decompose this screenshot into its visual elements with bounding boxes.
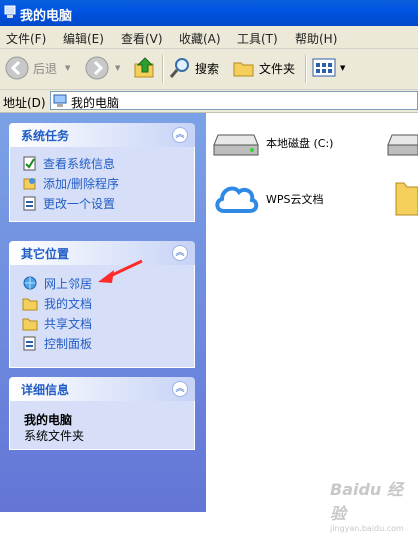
address-value: 我的电脑 <box>71 96 120 110</box>
folders-button[interactable]: 文件夹 <box>232 53 295 83</box>
cloud-icon <box>215 186 259 213</box>
drive-c[interactable]: 本地磁盘 (C:) <box>212 127 333 159</box>
place-my-documents[interactable]: 我的文档 <box>22 295 92 312</box>
documents-folder-icon <box>22 298 38 311</box>
place-control-panel[interactable]: 控制面板 <box>22 335 92 352</box>
system-tasks-header[interactable]: 系统任务 ︽ <box>9 123 195 147</box>
task-label: 添加/删除程序 <box>43 177 120 191</box>
collapse-icon[interactable]: ︽ <box>172 245 188 261</box>
task-label: 更改一个设置 <box>43 197 116 211</box>
address-label: 地址(D) <box>3 96 46 110</box>
place-network[interactable]: 网上邻居 <box>22 275 92 292</box>
forward-arrow-icon <box>85 56 109 80</box>
views-icon <box>312 58 336 77</box>
back-dropdown-icon[interactable]: ▼ <box>65 64 70 72</box>
control-panel-icon <box>23 336 36 351</box>
annotation-arrow <box>98 259 143 283</box>
menu-file[interactable]: 文件(F) <box>6 30 46 47</box>
task-add-remove-programs[interactable]: 添加/删除程序 <box>22 175 119 192</box>
search-icon <box>169 58 189 78</box>
item-label: WPS云文档 <box>266 193 324 206</box>
forward-dropdown-icon[interactable]: ▼ <box>115 64 120 72</box>
task-change-setting[interactable]: 更改一个设置 <box>22 195 115 212</box>
watermark: Baidu 经验 jingyan.baidu.com <box>330 476 410 533</box>
computer-icon <box>53 94 67 107</box>
hard-drive-icon <box>213 134 259 156</box>
computer-icon <box>4 5 16 18</box>
details-item-name: 我的电脑 <box>24 413 73 427</box>
window-title: 我的电脑 <box>20 9 73 24</box>
task-label: 查看系统信息 <box>43 157 116 171</box>
watermark-url: jingyan.baidu.com <box>330 524 404 533</box>
details-panel: 详细信息 ︽ 我的电脑 系统文件夹 <box>9 377 195 450</box>
wps-cloud-docs[interactable]: WPS云文档 <box>212 179 324 219</box>
menu-tools[interactable]: 工具(T) <box>237 30 278 47</box>
place-label: 网上邻居 <box>44 277 93 291</box>
forward-button[interactable]: ▼ <box>84 53 120 83</box>
add-remove-programs-icon <box>23 178 36 190</box>
system-tasks-title: 系统任务 <box>21 129 70 143</box>
back-arrow-icon <box>5 56 29 80</box>
details-body: 我的电脑 系统文件夹 <box>9 401 195 450</box>
menu-bar: 文件(F) 编辑(E) 查看(V) 收藏(A) 工具(T) 帮助(H) <box>0 26 418 49</box>
views-button[interactable]: ▼ <box>312 53 345 83</box>
task-view-system-info[interactable]: 查看系统信息 <box>22 155 115 172</box>
collapse-icon[interactable]: ︽ <box>172 127 188 143</box>
address-input[interactable]: 我的电脑 <box>50 91 418 110</box>
title-bar: 我的电脑 <box>0 0 418 26</box>
menu-view[interactable]: 查看(V) <box>121 30 163 47</box>
place-shared-documents[interactable]: 共享文档 <box>22 315 92 332</box>
menu-edit[interactable]: 编辑(E) <box>63 30 104 47</box>
hard-drive-icon[interactable] <box>386 127 418 159</box>
task-pane: 系统任务 ︽ 查看系统信息 添加/删除程序 更改一个设置 其它位置 ︽ 网上邻居… <box>0 113 206 512</box>
item-label: 本地磁盘 (C:) <box>266 137 334 150</box>
toolbar: 后退 ▼ ▼ 搜索 文件夹 ▼ <box>0 49 418 90</box>
system-tasks-panel: 系统任务 ︽ 查看系统信息 添加/删除程序 更改一个设置 <box>9 123 195 222</box>
details-header[interactable]: 详细信息 ︽ <box>9 377 195 401</box>
network-icon <box>23 276 37 290</box>
back-label: 后退 <box>33 61 58 76</box>
watermark-text: Baidu 经验 <box>330 480 403 523</box>
folder-icon[interactable] <box>394 179 418 217</box>
shared-folder-icon <box>22 318 38 331</box>
search-button[interactable]: 搜索 <box>168 53 219 83</box>
up-button[interactable] <box>133 53 157 83</box>
views-dropdown-icon[interactable]: ▼ <box>340 64 345 72</box>
system-tasks-body: 查看系统信息 添加/删除程序 更改一个设置 <box>9 147 195 222</box>
details-item-type: 系统文件夹 <box>24 429 85 443</box>
back-button[interactable]: 后退 ▼ <box>4 53 70 83</box>
place-label: 控制面板 <box>44 337 93 351</box>
address-bar: 地址(D) 我的电脑 <box>0 90 418 113</box>
folder-up-icon <box>134 57 154 78</box>
search-label: 搜索 <box>195 61 220 76</box>
menu-help[interactable]: 帮助(H) <box>295 30 337 47</box>
place-label: 共享文档 <box>44 317 93 331</box>
control-panel-icon <box>23 196 36 211</box>
folders-label: 文件夹 <box>259 61 296 76</box>
other-places-title: 其它位置 <box>21 247 70 261</box>
place-label: 我的文档 <box>44 297 93 311</box>
menu-favorites[interactable]: 收藏(A) <box>179 30 221 47</box>
content-pane: 本地磁盘 (C:) WPS云文档 Baidu 经验 jingyan.baidu.… <box>206 113 418 533</box>
folders-icon <box>233 62 254 77</box>
system-info-icon <box>23 156 36 171</box>
details-title: 详细信息 <box>21 383 70 397</box>
collapse-icon[interactable]: ︽ <box>172 381 188 397</box>
